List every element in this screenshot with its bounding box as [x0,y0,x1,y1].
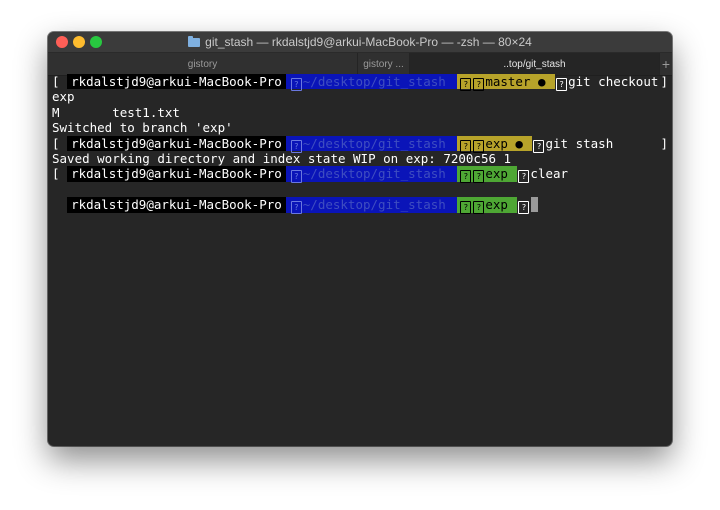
tab-gistory-2[interactable]: gistory ... [358,53,410,75]
terminal-line: exp [52,89,75,105]
prompt-path-text: ~/desktop/git_stash [302,197,446,213]
prompt-user: rkdalstjd9@arkui-MacBook-Pro [67,135,286,151]
folder-icon [188,35,201,47]
prompt-branch: ?? exp ● [457,135,533,153]
prompt-path: ? ~/desktop/git_stash [285,74,458,91]
tab-bar: gistory gistory ... ..top/git_stash + [48,53,672,76]
branch-name: exp [485,197,508,213]
prompt-bracket-right: ] [660,74,668,89]
window-title-area: git_stash — rkdalstjd9@arkui-MacBook-Pro… [48,32,672,52]
command-text: clear [530,166,569,182]
prompt-user: rkdalstjd9@arkui-MacBook-Pro [67,166,286,182]
prompt-user: rkdalstjd9@arkui-MacBook-Pro [67,197,286,213]
branch-name: exp ● [485,135,523,151]
prompt-bracket-right: ] [660,135,668,151]
terminal-line: [ rkdalstjd9@arkui-MacBook-Pro? ~/desktop… [52,135,668,153]
prompt-user: rkdalstjd9@arkui-MacBook-Pro [67,74,286,90]
prompt-branch: ?? exp [457,166,518,184]
git-glyph-icon: ? [460,201,472,215]
prompt-path-text: ~/desktop/git_stash [302,166,446,182]
prompt-path-text: ~/desktop/git_stash [302,74,446,89]
terminal-line: [ rkdalstjd9@arkui-MacBook-Pro? ~/desktop… [52,166,668,184]
terminal-window: git_stash — rkdalstjd9@arkui-MacBook-Pro… [48,32,672,446]
terminal-line-current[interactable]: [ rkdalstjd9@arkui-MacBook-Pro?~/desktop… [52,197,668,215]
text-cursor[interactable] [531,197,539,213]
command-text: git stash [545,135,614,151]
prompt-branch: ?? master ● [457,74,556,91]
prompt-bracket: [ [52,135,60,151]
terminal-line: Saved working directory and index state … [52,150,512,166]
terminal-output[interactable]: [ rkdalstjd9@arkui-MacBook-Pro? ~/desktop… [52,74,668,446]
branch-name: master ● [485,74,546,89]
terminal-line: [ rkdalstjd9@arkui-MacBook-Pro? ~/desktop… [52,74,668,91]
window-title: git_stash — rkdalstjd9@arkui-MacBook-Pro… [205,35,532,49]
tab-gistory[interactable]: gistory [48,53,358,75]
new-tab-button[interactable]: + [660,53,672,75]
prompt-path: ? ~/desktop/git_stash [285,197,458,215]
command-text: git checkout [568,74,659,89]
prompt-path-text: ~/desktop/git_stash [302,135,446,151]
prompt-path: ? ~/desktop/git_stash [285,166,458,184]
title-bar[interactable]: git_stash — rkdalstjd9@arkui-MacBook-Pro… [48,32,672,53]
terminal-line: M test1.txt [52,104,180,120]
folder-glyph-icon: ? [290,201,302,215]
status-glyph-icon: ? [518,201,530,215]
prompt-bracket: [ [52,166,60,182]
prompt-path: ? ~/desktop/git_stash [285,135,458,153]
prompt-bracket: [ [52,74,60,89]
branch-glyph-icon: ? [473,201,485,215]
prompt-branch: ?? exp [457,197,518,215]
branch-name: exp [485,166,508,182]
terminal-line: Switched to branch 'exp' [52,120,233,136]
tab-git-stash[interactable]: ..top/git_stash [410,53,660,75]
